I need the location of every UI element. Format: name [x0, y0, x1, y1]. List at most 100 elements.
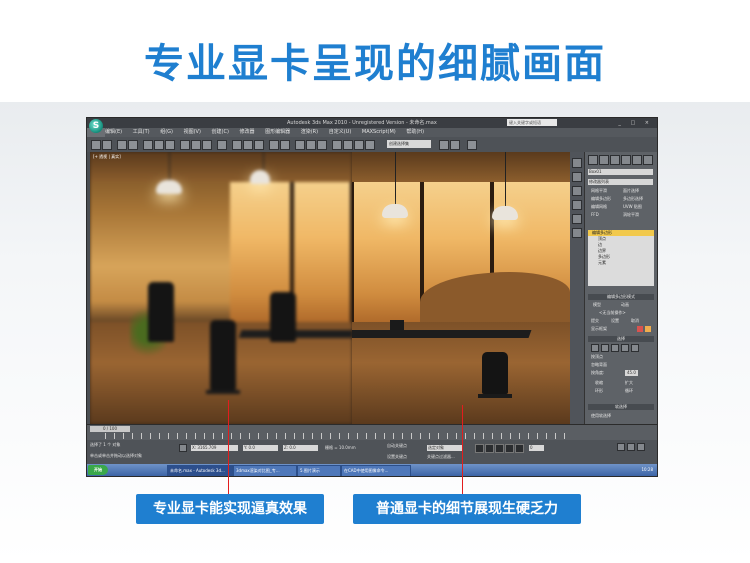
maximize-viewport-icon[interactable] — [572, 228, 582, 238]
menu-maxscript[interactable]: MAXScript(M) — [362, 129, 396, 135]
modifier-button[interactable]: 多边形选择 — [623, 196, 643, 202]
auto-key-button[interactable]: 自动关键点 — [387, 443, 407, 449]
hierarchy-tab-icon[interactable] — [610, 155, 620, 165]
stack-item[interactable]: 元素 — [588, 260, 654, 266]
lock-selection-icon[interactable] — [179, 444, 187, 452]
menu-group[interactable]: 组(G) — [160, 129, 173, 135]
modifier-stack[interactable]: 编辑多边形 顶点 边 边界 多边形 元素 — [588, 230, 654, 286]
track-bar[interactable] — [105, 433, 565, 439]
undo-icon[interactable] — [91, 140, 101, 150]
menu-modifiers[interactable]: 修改器 — [240, 129, 255, 135]
by-angle-checkbox[interactable]: 按角度: — [591, 370, 604, 376]
loop-button[interactable]: 循环 — [625, 388, 633, 394]
material-editor-icon[interactable] — [332, 140, 342, 150]
section-selection[interactable]: 选择 — [588, 336, 654, 342]
mirror-icon[interactable] — [269, 140, 279, 150]
modifier-button[interactable]: 网格平滑 — [591, 188, 607, 194]
mode-model-radio[interactable]: 模型 — [593, 302, 601, 308]
menu-tools[interactable]: 工具(T) — [133, 129, 150, 135]
current-frame-field[interactable]: 0 — [529, 445, 544, 451]
fov-icon[interactable] — [572, 200, 582, 210]
redo-icon[interactable] — [102, 140, 112, 150]
region-select-icon[interactable] — [165, 140, 175, 150]
taskbar-item[interactable]: 5.图片演示 — [297, 465, 341, 476]
go-to-start-icon[interactable] — [475, 444, 484, 453]
layer-icon[interactable] — [295, 140, 305, 150]
key-filters-button[interactable]: 关键点过滤器... — [427, 454, 455, 460]
viewport-label[interactable]: [+ 透视 | 真实] — [93, 154, 121, 160]
element-mode-icon[interactable] — [631, 344, 639, 352]
cage-color-swatch[interactable] — [637, 326, 643, 332]
commit-button[interactable]: 提交 — [591, 318, 599, 324]
app-logo-icon[interactable]: S — [89, 119, 103, 133]
x-coordinate-field[interactable]: X: 3165.709 — [191, 445, 238, 451]
menu-graph-editors[interactable]: 图形编辑器 — [265, 129, 290, 135]
cage-selected-color-swatch[interactable] — [645, 326, 651, 332]
modifier-list-dropdown[interactable]: 修改器列表 — [588, 179, 653, 185]
section-edit-poly-mode[interactable]: 编辑多边形模式 — [588, 294, 654, 300]
modifier-button[interactable]: 面片选择 — [623, 188, 639, 194]
start-button[interactable]: 开始 — [88, 465, 108, 475]
scale-icon[interactable] — [202, 140, 212, 150]
time-slider[interactable]: 0 / 100 — [87, 424, 657, 441]
menu-rendering[interactable]: 渲染(R) — [301, 129, 318, 135]
orbit-viewport-icon[interactable] — [637, 443, 645, 451]
graphite-icon[interactable] — [450, 140, 460, 150]
curve-editor-icon[interactable] — [306, 140, 316, 150]
menu-customize[interactable]: 自定义(U) — [329, 129, 352, 135]
rotate-icon[interactable] — [191, 140, 201, 150]
zoom-extents-icon[interactable] — [572, 214, 582, 224]
named-selection-icon[interactable] — [439, 140, 449, 150]
border-mode-icon[interactable] — [611, 344, 619, 352]
selection-set-dropdown[interactable]: 创建选择集 — [387, 140, 431, 148]
go-to-end-icon[interactable] — [515, 444, 524, 453]
pan-viewport-icon[interactable] — [627, 443, 635, 451]
taskbar-item[interactable]: 3dmax渲染对比图_专... — [233, 465, 297, 476]
modify-tab-icon[interactable] — [599, 155, 609, 165]
taskbar-item[interactable]: 未命名.max - Autodesk 3d... — [167, 465, 233, 476]
angle-value-field[interactable]: 45.0 — [625, 370, 638, 376]
modifier-button[interactable]: FFD — [591, 212, 599, 218]
window-controls[interactable]: _ □ × — [618, 118, 653, 128]
shrink-button[interactable]: 收缩 — [595, 380, 603, 386]
display-tab-icon[interactable] — [632, 155, 642, 165]
by-vertex-checkbox[interactable]: 按顶点 — [591, 354, 603, 360]
create-tab-icon[interactable] — [588, 155, 598, 165]
taskbar-item[interactable]: 在CAD中使用图像命令... — [341, 465, 411, 476]
motion-tab-icon[interactable] — [621, 155, 631, 165]
use-soft-selection-checkbox[interactable]: 使用软选择 — [591, 413, 611, 419]
render-frame-icon[interactable] — [354, 140, 364, 150]
perspective-viewport[interactable]: [+ 透视 | 真实] — [90, 152, 570, 424]
quick-render-icon[interactable] — [467, 140, 477, 150]
menu-views[interactable]: 视图(V) — [184, 129, 201, 135]
menu-edit[interactable]: 编辑(E) — [105, 129, 122, 135]
object-name-field[interactable]: Box01 — [588, 169, 653, 175]
render-icon[interactable] — [365, 140, 375, 150]
ignore-backfacing-checkbox[interactable]: 忽略背面 — [591, 362, 607, 368]
modifier-button[interactable]: 编辑多边形 — [591, 196, 611, 202]
vertex-mode-icon[interactable] — [591, 344, 599, 352]
next-frame-icon[interactable] — [505, 444, 514, 453]
angle-snap-icon[interactable] — [243, 140, 253, 150]
mode-animate-radio[interactable]: 动画 — [621, 302, 629, 308]
show-cage-checkbox[interactable]: 显示框架 — [591, 326, 607, 332]
modifier-button[interactable]: UVW 贴图 — [623, 204, 642, 210]
align-icon[interactable] — [280, 140, 290, 150]
zoom-icon[interactable] — [572, 158, 582, 168]
polygon-mode-icon[interactable] — [621, 344, 629, 352]
modifier-button[interactable]: 涡轮平滑 — [623, 212, 639, 218]
section-soft-selection[interactable]: 软选择 — [588, 404, 654, 410]
percent-snap-icon[interactable] — [254, 140, 264, 150]
select-by-name-icon[interactable] — [154, 140, 164, 150]
play-icon[interactable] — [495, 444, 504, 453]
render-setup-icon[interactable] — [343, 140, 353, 150]
snap-icon[interactable] — [232, 140, 242, 150]
menu-create[interactable]: 创建(C) — [212, 129, 229, 135]
utilities-tab-icon[interactable] — [643, 155, 653, 165]
link-icon[interactable] — [117, 140, 127, 150]
menu-help[interactable]: 帮助(H) — [406, 129, 424, 135]
edge-mode-icon[interactable] — [601, 344, 609, 352]
unlink-icon[interactable] — [128, 140, 138, 150]
pan-icon[interactable] — [572, 186, 582, 196]
select-icon[interactable] — [143, 140, 153, 150]
